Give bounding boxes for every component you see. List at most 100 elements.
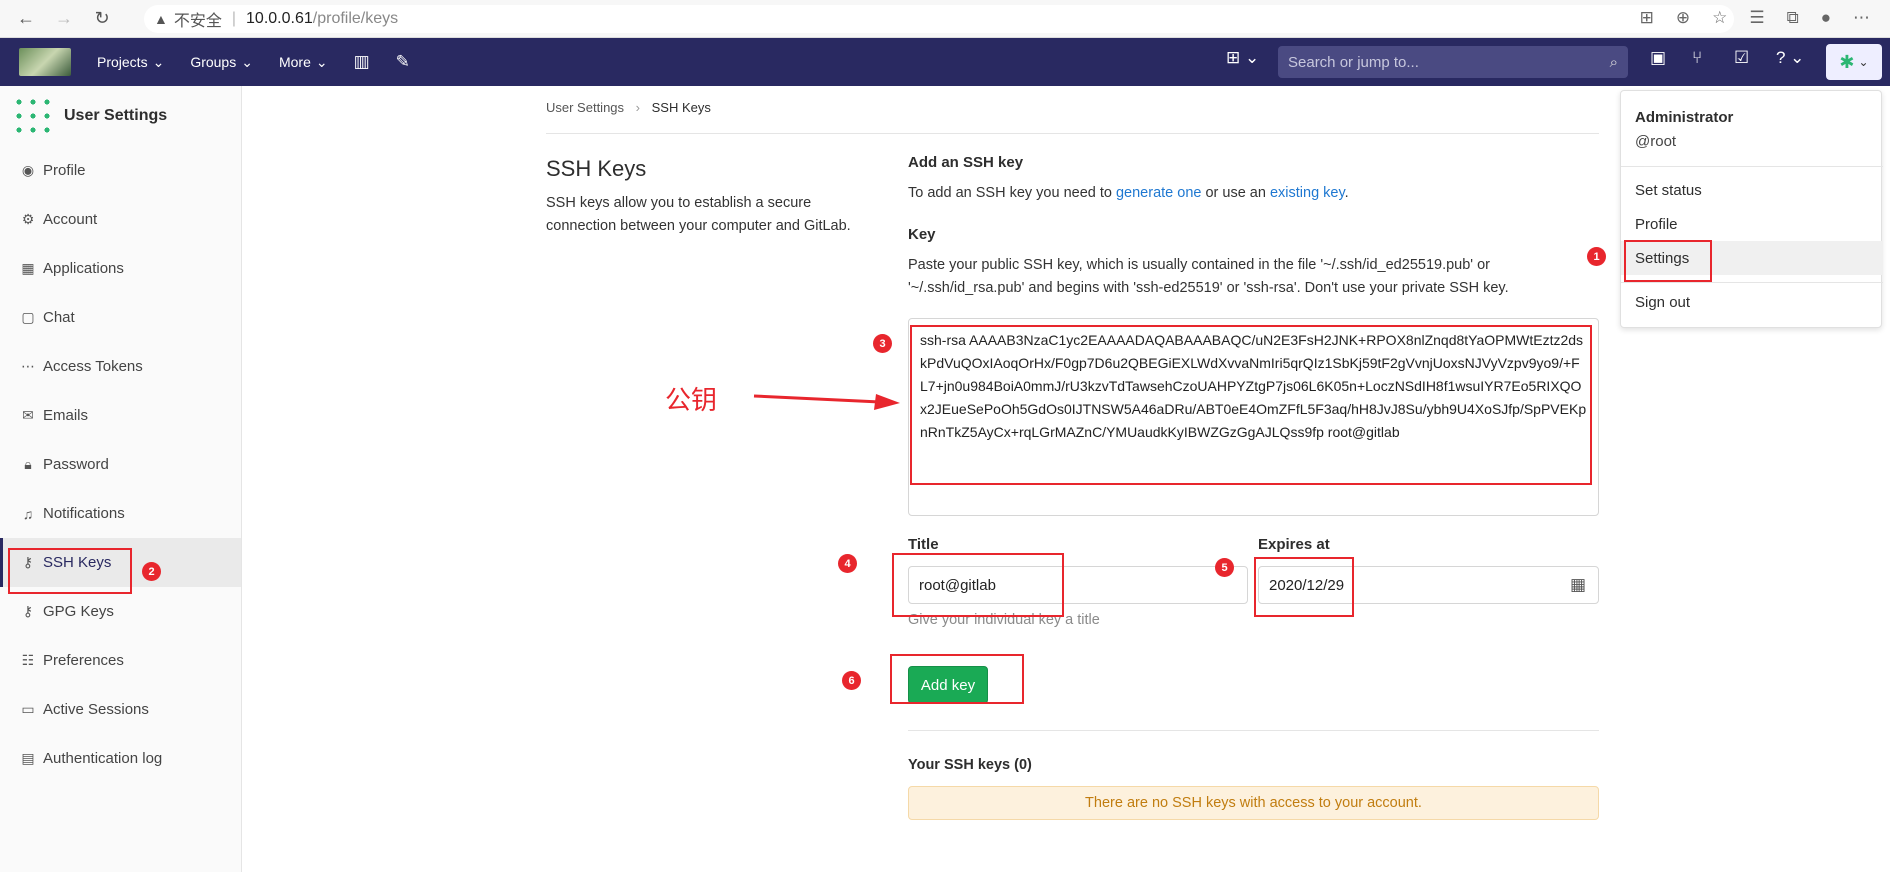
todo-icon[interactable]: ☑ [1734, 48, 1749, 68]
star-icon[interactable]: ☆ [1712, 8, 1727, 28]
sidebar-item-profile[interactable]: ◉ Profile [0, 146, 241, 195]
chart-icon[interactable]: ▥ [354, 52, 370, 72]
key-icon: ⚷ [22, 603, 34, 619]
wrench-icon[interactable]: ✎ [396, 52, 410, 72]
sidebar-title: User Settings [64, 107, 168, 124]
back-icon[interactable]: ← [14, 8, 38, 29]
chat-icon: ▢ [21, 309, 35, 325]
url-host: 10.0.0.61 [246, 10, 313, 27]
existing-key-link[interactable]: existing key [1270, 185, 1345, 201]
sidebar-item-label: Active Sessions [43, 701, 149, 718]
browser-toolbar: ← → ↻ ▲ 不安全 | 10.0.0.61 /profile/keys ⊞ … [0, 0, 1890, 38]
sidebar-item-label: Profile [43, 162, 86, 179]
dropdown-set-status[interactable]: Set status [1635, 182, 1702, 199]
sidebar-item-access-tokens[interactable]: ⋯ Access Tokens [0, 342, 241, 391]
dropdown-username: @root [1635, 133, 1677, 150]
your-ssh-keys-heading: Your SSH keys (0) [908, 757, 1032, 773]
page-description: SSH keys allow you to establish a secure… [546, 195, 851, 234]
nav-more[interactable]: More ⌄ [279, 54, 328, 71]
search-placeholder: Search or jump to... [1288, 53, 1419, 71]
reload-icon[interactable]: ↻ [90, 8, 114, 29]
nav-more-label: More [278, 54, 311, 70]
annotation-number-5: 5 [1215, 558, 1234, 577]
collections-icon[interactable]: ⧉ [1787, 8, 1799, 28]
profile-icon[interactable]: ● [1821, 8, 1831, 28]
sidebar-item-emails[interactable]: ✉ Emails [0, 391, 241, 440]
user-dropdown-menu: Administrator @root Set status Profile S… [1620, 90, 1883, 328]
dropdown-sign-out[interactable]: Sign out [1635, 294, 1690, 311]
sidebar-item-authentication-log[interactable]: ▤ Authentication log [0, 734, 241, 783]
key-help-text: Paste your public SSH key, which is usua… [908, 257, 1509, 296]
person-icon: ◉ [21, 162, 35, 178]
sidebar-item-label: Preferences [43, 652, 124, 669]
sidebar-item-account[interactable]: ⚙ Account [0, 195, 241, 244]
sidebar-header[interactable]: User Settings [0, 86, 241, 146]
url-separator: | [231, 10, 237, 27]
avatar-icon: ✱ [1839, 51, 1855, 72]
breadcrumb-parent[interactable]: User Settings [546, 100, 624, 115]
arrow-shaft [753, 394, 881, 404]
gitlab-logo[interactable] [19, 48, 71, 76]
annotation-number-3: 3 [873, 334, 892, 353]
annotation-box-expires [1254, 557, 1354, 617]
generate-one-link[interactable]: generate one [1116, 185, 1201, 201]
chevron-down-icon: ⌄ [1858, 55, 1869, 69]
sidebar-item-applications[interactable]: ▦ Applications [0, 244, 241, 293]
add-key-intro: To add an SSH key you need to generate o… [908, 182, 1349, 205]
sidebar-item-label: Authentication log [43, 750, 163, 767]
no-keys-alert: There are no SSH keys with access to you… [908, 786, 1599, 820]
breadcrumb-current: SSH Keys [651, 100, 711, 115]
annotation-box-add-key [890, 654, 1024, 704]
favorites-icon[interactable]: ☰ [1749, 8, 1764, 28]
merge-request-icon[interactable]: ⑂ [1692, 48, 1702, 68]
browser-actions: ⊞ ⊕ ☆ ☰ ⧉ ● ⋯ [1640, 8, 1870, 28]
forward-icon[interactable]: → [52, 8, 76, 29]
url-path: /profile/keys [312, 10, 399, 27]
sidebar-item-label: Emails [43, 407, 89, 424]
chevron-down-icon: ⌄ [152, 53, 165, 70]
top-navbar: Projects ⌄ Groups ⌄ More ⌄ ▥ ✎ ⊞ ⌄ Search o… [0, 38, 1890, 86]
arrow-head [874, 394, 900, 410]
chevron-down-icon: ⌄ [241, 53, 253, 70]
account-icon: ⚙ [21, 211, 35, 227]
annotation-box-ssh-keys [8, 548, 132, 594]
annotation-number-4: 4 [838, 554, 857, 573]
search-input[interactable]: Search or jump to... ⌕ [1278, 46, 1628, 78]
annotation-number-6: 6 [842, 671, 861, 690]
new-item-icon[interactable]: ⊞ ⌄ [1226, 48, 1259, 68]
token-icon: ⋯ [21, 358, 35, 374]
lock-icon: 🔒︎ [24, 456, 32, 472]
sidebar-item-password[interactable]: 🔒︎ Password [0, 440, 241, 489]
dropdown-profile[interactable]: Profile [1635, 216, 1678, 233]
sidebar-item-label: Applications [43, 260, 124, 277]
annotation-box-key [910, 325, 1592, 485]
sidebar-item-gpg-keys[interactable]: ⚷ GPG Keys [0, 587, 241, 636]
calendar-icon[interactable]: ▦ [1570, 575, 1586, 595]
sidebar-item-label: Notifications [43, 505, 125, 522]
zoom-icon[interactable]: ⊕ [1676, 8, 1690, 28]
mail-icon: ✉ [22, 407, 34, 423]
sidebar-item-chat[interactable]: ▢ Chat [0, 293, 241, 342]
translate-icon[interactable]: ⊞ [1640, 8, 1654, 28]
annotation-box-title [892, 553, 1064, 617]
annotation-arrow [753, 394, 900, 410]
sidebar-item-label: GPG Keys [43, 603, 114, 620]
section-divider [908, 730, 1599, 731]
sidebar-item-active-sessions[interactable]: ▭ Active Sessions [0, 685, 241, 734]
chevron-down-icon: ⌄ [315, 53, 328, 70]
intro-text: or use an [1201, 185, 1270, 201]
add-ssh-key-heading: Add an SSH key [908, 154, 1024, 171]
user-avatar-button[interactable]: ✱ ⌄ [1826, 44, 1882, 80]
sidebar-item-notifications[interactable]: ♫ Notifications [0, 489, 241, 538]
more-icon[interactable]: ⋯ [1853, 8, 1870, 28]
issues-icon[interactable]: ▣ [1650, 48, 1666, 68]
nav-projects[interactable]: Projects ⌄ [97, 54, 164, 71]
annotation-number-1: 1 [1587, 247, 1606, 266]
address-bar[interactable]: ▲ 不安全 | 10.0.0.61 /profile/keys [144, 5, 1734, 33]
intro-text: . [1344, 185, 1349, 201]
nav-groups[interactable]: Groups ⌄ [190, 54, 253, 71]
help-icon[interactable]: ? ⌄ [1776, 48, 1804, 68]
user-avatar-icon [12, 95, 54, 137]
monitor-icon: ▭ [21, 701, 35, 717]
sidebar-item-preferences[interactable]: ☷ Preferences [0, 636, 241, 685]
